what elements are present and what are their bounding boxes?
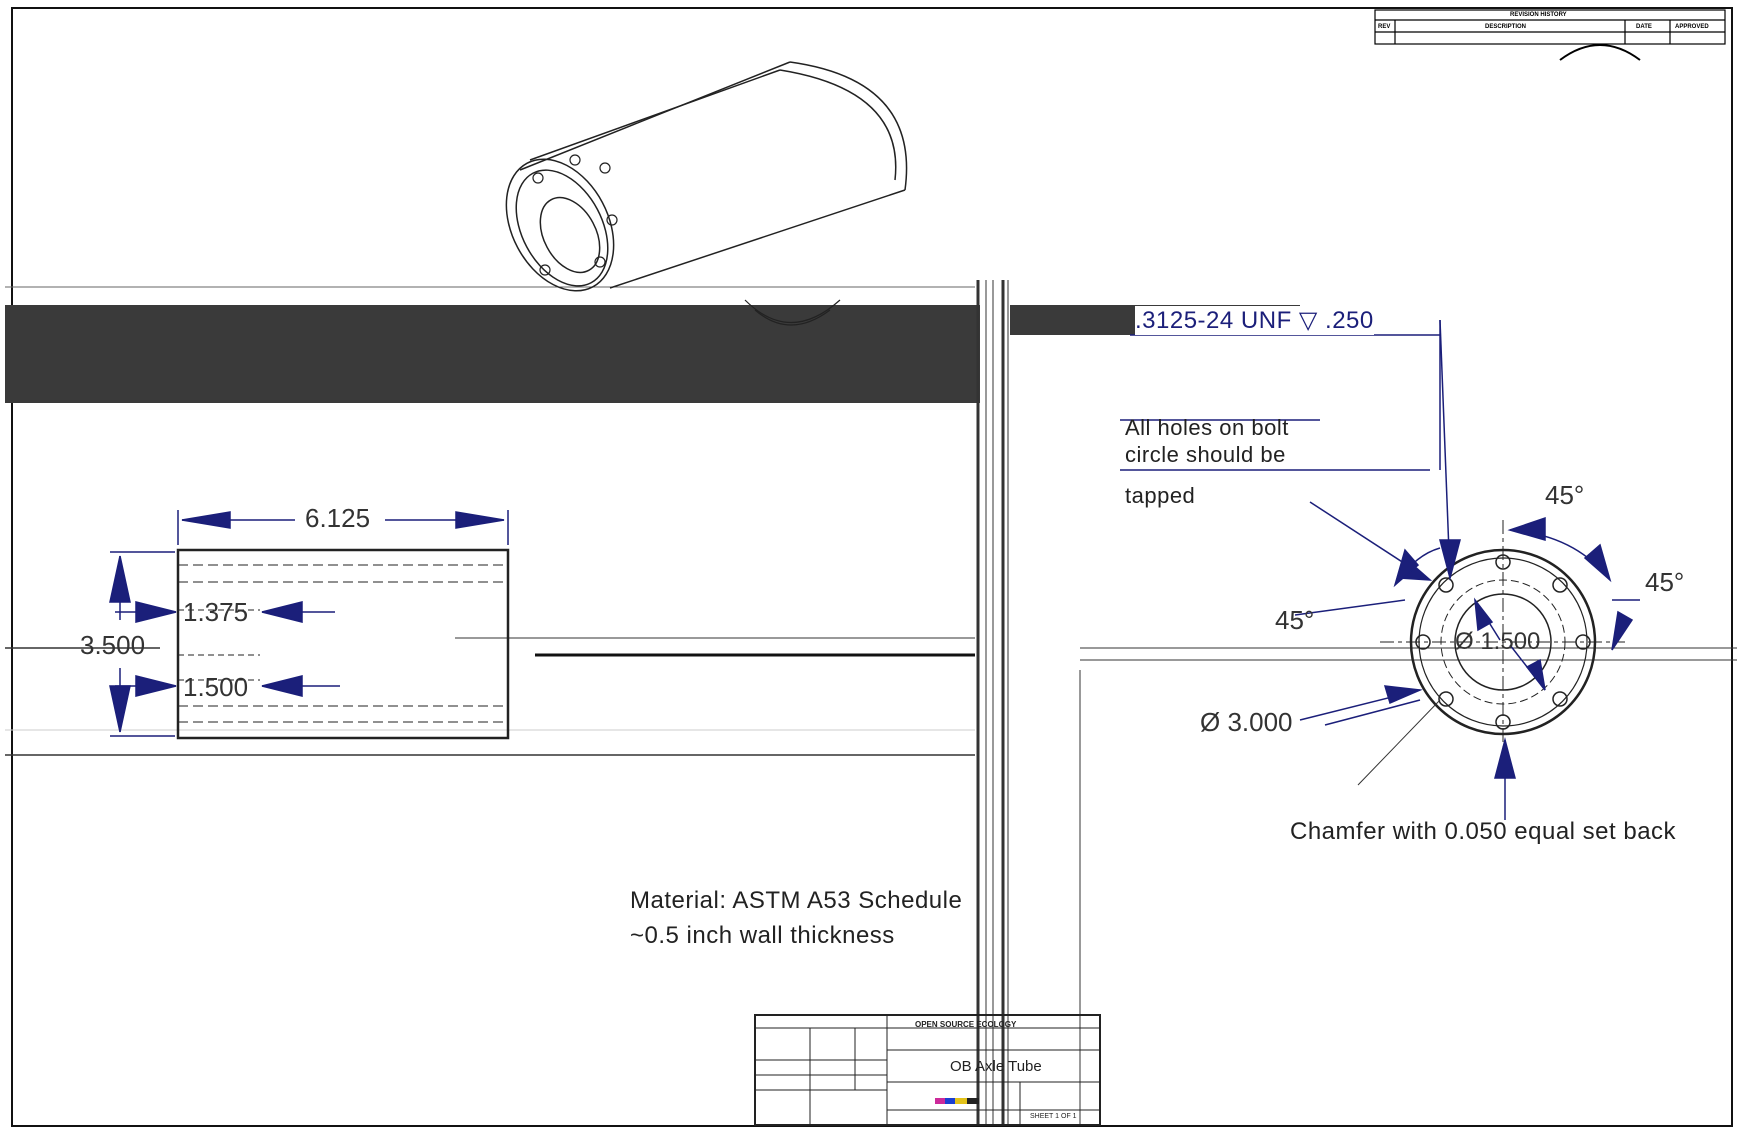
holes-note-line1: All holes on bolt [1125,415,1289,440]
holes-note-line2: circle should be [1125,442,1286,467]
dim-center-bore: Ø 1.500 [1455,628,1541,655]
revision-col-date: DATE [1636,24,1652,30]
drawing-canvas [5,7,1737,1127]
side-view-dimensions [109,510,509,737]
holes-note-line3: tapped [1125,483,1196,508]
dim-inner-diameter: 1.375 [183,597,249,627]
title-block-part-name: OB Axle Tube [950,1058,1042,1075]
vertical-divider [976,280,1009,1125]
material-note-line2: ~0.5 inch wall thickness [630,922,895,949]
dim-hole-offset: 1.500 [183,672,249,702]
dim-angle-top: 45° [1545,480,1585,510]
dim-overall-length: 6.125 [305,503,371,533]
dim-outer-diameter: 3.500 [80,630,146,660]
title-block-colorbar [935,1098,979,1104]
end-view-dimensions [1294,319,1640,820]
dark-band [5,305,980,403]
isometric-tube-view [505,61,908,326]
tube-side-view [176,548,510,740]
dim-angle-left: 45° [1275,605,1315,635]
title-block-grid [754,1014,1101,1126]
revision-col-approved: APPROVED [1675,24,1709,30]
dim-angle-right: 45° [1645,567,1685,597]
title-block-company: OPEN SOURCE ECOLOGY [915,1020,1017,1029]
revision-col-description: DESCRIPTION [1485,24,1527,30]
revision-col-rev: REV [1378,24,1391,30]
chamfer-note: Chamfer with 0.050 equal set back [1290,818,1677,845]
drawing-border [11,7,1733,1127]
thread-callout: .3125-24 UNF ▽ .250 [1135,306,1374,335]
revision-table-title: REVISION HISTORY [1510,12,1567,18]
material-note-line1: Material: ASTM A53 Schedule [630,887,963,914]
dim-bolt-circle: Ø 3.000 [1200,707,1293,737]
title-block-sheet: SHEET 1 OF 1 [1030,1113,1077,1120]
